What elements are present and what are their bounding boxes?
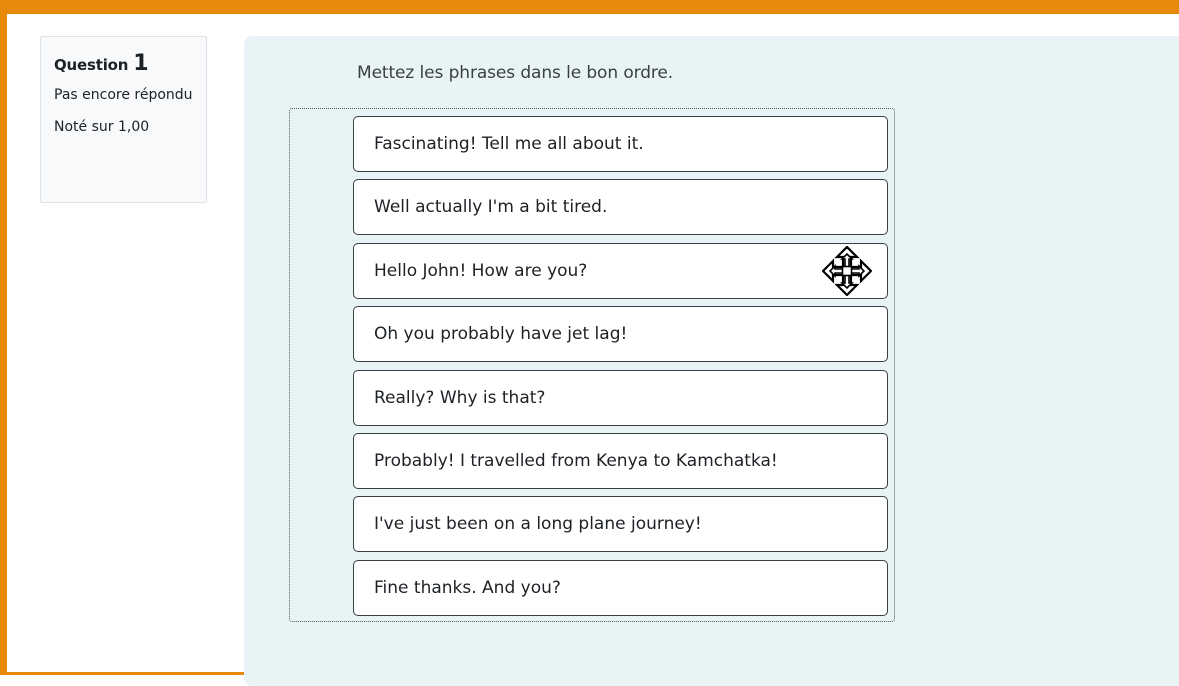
draggable-item[interactable]: Probably! I travelled from Kenya to Kamc… [353,432,888,489]
draggable-item[interactable]: Really? Why is that? [353,369,888,426]
question-info: Question 1 Pas encore répondu Noté sur 1… [40,36,207,203]
draggable-item[interactable]: Hello John! How are you? [353,242,888,299]
draggable-item[interactable]: Oh you probably have jet lag! [353,306,888,363]
question-label: Question [54,56,129,74]
question-frame: Question 1 Pas encore répondu Noté sur 1… [0,0,1179,686]
draggable-item[interactable]: Fine thanks. And you? [353,559,888,616]
draggable-item[interactable]: Fascinating! Tell me all about it. [353,116,888,172]
question-content: Mettez les phrases dans le bon ordre. Fa… [244,36,1179,686]
question-state: Pas encore répondu [54,87,193,103]
question-heading: Question 1 [54,51,194,76]
question-number: 1 [133,51,149,76]
question-grade: Noté sur 1,00 [54,119,150,135]
ordering-list: Fascinating! Tell me all about it. Well … [289,108,895,622]
question-prompt: Mettez les phrases dans le bon ordre. [357,63,674,83]
draggable-item[interactable]: Well actually I'm a bit tired. [353,179,888,236]
draggable-item[interactable]: I've just been on a long plane journey! [353,496,888,553]
